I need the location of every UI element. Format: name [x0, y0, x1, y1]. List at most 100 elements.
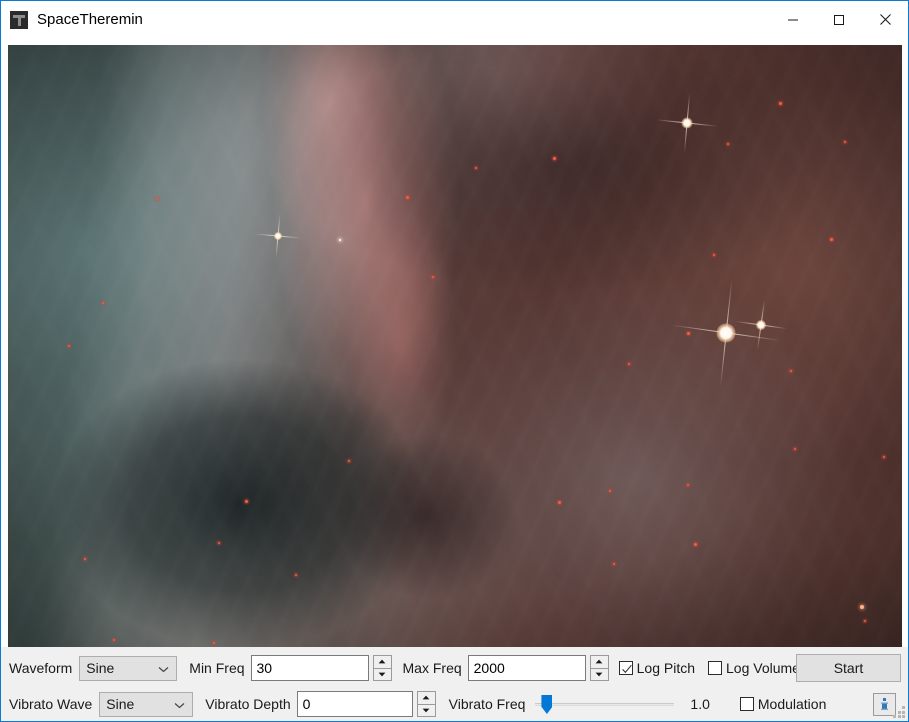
- app-window: SpaceTheremin: [0, 0, 909, 722]
- theremin-icon: [10, 11, 28, 29]
- star-point: [245, 500, 248, 503]
- slider-thumb[interactable]: [541, 695, 552, 714]
- star-point: [475, 167, 477, 169]
- maximize-icon: [833, 14, 845, 26]
- minimize-button[interactable]: [770, 1, 816, 38]
- star-point: [218, 542, 220, 544]
- control-row-1: Waveform Sine Min Freq 30: [1, 651, 908, 685]
- star-point: [613, 563, 615, 565]
- max-freq-stepper[interactable]: [590, 655, 609, 681]
- min-freq-input[interactable]: 30: [251, 655, 369, 681]
- log-volume-checkbox[interactable]: Log Volume: [708, 661, 800, 675]
- star-point: [687, 484, 689, 486]
- vibrato-wave-select[interactable]: Sine: [99, 692, 193, 717]
- star-point: [713, 254, 715, 256]
- vibrato-depth-value: 0: [298, 696, 311, 712]
- log-pitch-box[interactable]: [619, 661, 633, 675]
- check-icon: [621, 662, 633, 680]
- star-point: [102, 302, 104, 304]
- star-point: [295, 574, 297, 576]
- star-point: [156, 198, 158, 200]
- star-point: [339, 239, 341, 241]
- log-pitch-label: Log Pitch: [637, 661, 695, 675]
- image-canvas-area: [1, 38, 908, 647]
- vibrato-depth-stepper[interactable]: [417, 691, 436, 717]
- log-volume-label: Log Volume: [726, 661, 800, 675]
- caret-up-icon: [378, 659, 386, 664]
- vibrato-depth-input[interactable]: 0: [297, 691, 413, 717]
- star-point: [830, 238, 833, 241]
- star-point: [694, 543, 697, 546]
- star-point: [553, 157, 556, 160]
- slider-track[interactable]: [535, 703, 674, 706]
- control-panel: Waveform Sine Min Freq 30: [1, 647, 908, 721]
- vibrato-freq-label: Vibrato Freq: [449, 697, 526, 711]
- min-freq-stepper-down[interactable]: [374, 669, 391, 681]
- min-freq-label: Min Freq: [189, 661, 244, 675]
- star-point: [790, 370, 792, 372]
- max-freq-stepper-up[interactable]: [591, 656, 608, 669]
- nebula-vignette: [8, 45, 902, 647]
- star-point: [432, 276, 434, 278]
- star-point: [609, 490, 611, 492]
- vibrato-freq-value: 1.0: [690, 697, 709, 711]
- vibrato-freq-slider[interactable]: [535, 694, 674, 714]
- chevron-down-icon: [158, 660, 169, 676]
- waveform-label: Waveform: [9, 661, 72, 675]
- nebula-image[interactable]: [8, 45, 902, 647]
- close-icon: [879, 13, 892, 26]
- min-freq-stepper-up[interactable]: [374, 656, 391, 669]
- chevron-down-icon: [174, 696, 185, 712]
- star-point: [113, 639, 115, 641]
- star-point: [68, 345, 70, 347]
- start-button-label: Start: [834, 660, 864, 676]
- window-buttons: [770, 1, 908, 38]
- star-point: [779, 102, 782, 105]
- vibrato-depth-stepper-up[interactable]: [418, 692, 435, 705]
- star-point: [213, 642, 215, 644]
- vibrato-wave-label: Vibrato Wave: [9, 697, 92, 711]
- start-button[interactable]: Start: [796, 654, 901, 682]
- star-point: [558, 501, 561, 504]
- control-row-2: Vibrato Wave Sine Vibrato Depth 0: [1, 687, 908, 721]
- caret-up-icon: [422, 695, 430, 700]
- max-freq-label: Max Freq: [403, 661, 462, 675]
- info-icon: [878, 697, 891, 712]
- max-freq-stepper-down[interactable]: [591, 669, 608, 681]
- star-point: [864, 620, 866, 622]
- log-volume-box[interactable]: [708, 661, 722, 675]
- star-point: [883, 456, 885, 458]
- resize-grip[interactable]: [893, 706, 905, 718]
- waveform-value: Sine: [80, 660, 114, 676]
- star-point: [406, 196, 409, 199]
- maximize-button[interactable]: [816, 1, 862, 38]
- modulation-checkbox[interactable]: Modulation: [740, 697, 827, 711]
- minimize-icon: [787, 14, 799, 26]
- star-point: [687, 332, 690, 335]
- max-freq-value: 2000: [469, 660, 505, 676]
- title-bar[interactable]: SpaceTheremin: [1, 1, 908, 38]
- modulation-box[interactable]: [740, 697, 754, 711]
- min-freq-value: 30: [252, 660, 273, 676]
- caret-down-icon: [378, 672, 386, 677]
- vibrato-depth-label: Vibrato Depth: [205, 697, 290, 711]
- caret-up-icon: [595, 659, 603, 664]
- caret-down-icon: [595, 672, 603, 677]
- star-point: [348, 460, 350, 462]
- star-point: [727, 143, 729, 145]
- waveform-select[interactable]: Sine: [79, 656, 177, 681]
- star-point: [794, 448, 796, 450]
- vibrato-wave-value: Sine: [100, 696, 134, 712]
- star-point: [844, 141, 846, 143]
- vibrato-depth-stepper-down[interactable]: [418, 705, 435, 717]
- window-title: SpaceTheremin: [37, 11, 143, 28]
- close-button[interactable]: [862, 1, 908, 38]
- modulation-label: Modulation: [758, 697, 827, 711]
- log-pitch-checkbox[interactable]: Log Pitch: [619, 661, 695, 675]
- caret-down-icon: [422, 708, 430, 713]
- star-point: [628, 363, 630, 365]
- min-freq-stepper[interactable]: [373, 655, 392, 681]
- star-point: [860, 605, 864, 609]
- max-freq-input[interactable]: 2000: [468, 655, 586, 681]
- star-point: [84, 558, 86, 560]
